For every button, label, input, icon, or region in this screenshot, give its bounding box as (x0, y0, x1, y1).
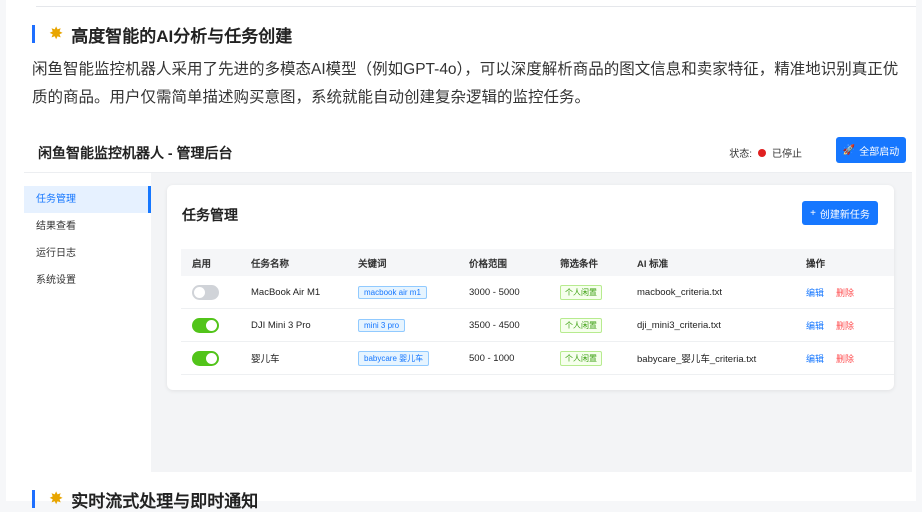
enable-cell (181, 276, 251, 309)
table-row: DJI Mini 3 Pro mini 3 pro 3500 - 4500 个人闲置 d… (181, 308, 894, 342)
heading-accent-bar (32, 25, 35, 43)
keyword-tag: mini 3 pro (358, 318, 406, 332)
actions-cell: 编辑 删除 (806, 276, 894, 309)
delete-link[interactable]: 删除 (836, 288, 854, 298)
sidebar-item[interactable]: 运行日志 (24, 240, 151, 267)
next-section-heading: ✸ 实时流式处理与即时通知 (32, 489, 259, 511)
enable-cell (181, 341, 251, 375)
sidebar-menu: 任务管理 结果查看 运行日志 系统设置 (24, 173, 151, 294)
keyword-cell: babycare 婴儿车 (358, 341, 469, 375)
keyword-cell: mini 3 pro (358, 308, 469, 342)
column-header: 关键词 (358, 249, 469, 276)
actions-cell: 编辑 删除 (806, 341, 894, 375)
delete-link[interactable]: 删除 (836, 321, 854, 331)
ai-criteria-file: babycare_婴儿车_criteria.txt (637, 341, 806, 375)
enable-cell (181, 308, 251, 342)
heading-accent-bar (32, 490, 35, 508)
sparkle-icon: ✸ (49, 24, 64, 43)
filter-cell: 个人闲置 (560, 308, 637, 342)
create-task-label: 创建新任务 (819, 209, 870, 221)
table-row: MacBook Air M1 macbook air m1 3000 - 5000 个… (181, 276, 894, 309)
actions-cell: 编辑 删除 (806, 308, 894, 342)
task-name: 婴儿车 (251, 341, 358, 375)
delete-link[interactable]: 删除 (836, 354, 854, 364)
section-heading: ✸ 高度智能的AI分析与任务创建 (32, 22, 292, 46)
sparkle-icon: ✸ (49, 489, 64, 508)
column-header: 筛选条件 (560, 249, 637, 276)
toggle-knob (206, 352, 217, 364)
task-name: DJI Mini 3 Pro (251, 308, 358, 342)
filter-cell: 个人闲置 (560, 276, 637, 309)
sidebar: 任务管理 结果查看 运行日志 系统设置 (24, 173, 151, 472)
card-title: 任务管理 (182, 207, 238, 223)
plus-icon: + (810, 207, 816, 219)
column-header: 任务名称 (251, 249, 358, 276)
edit-link[interactable]: 编辑 (806, 354, 824, 364)
column-header: 启用 (181, 249, 251, 276)
keyword-cell: macbook air m1 (358, 276, 469, 309)
top-divider (36, 6, 916, 7)
enable-toggle[interactable] (192, 317, 219, 333)
column-header: 操作 (806, 249, 894, 276)
start-all-label: 全部启动 (859, 146, 900, 158)
keyword-tag: macbook air m1 (358, 285, 427, 299)
ai-criteria-file: dji_mini3_criteria.txt (637, 308, 806, 342)
toggle-knob (194, 286, 205, 298)
task-table: 启用 任务名称 关键词 价格范围 筛选条件 AI 标准 操作 MacBook A… (181, 249, 894, 375)
rocket-icon: 🚀 (842, 144, 856, 156)
price-range: 500 - 1000 (469, 341, 560, 375)
price-range: 3000 - 5000 (469, 276, 560, 309)
column-header: AI 标准 (637, 249, 806, 276)
start-all-button[interactable]: 🚀 全部启动 (836, 137, 906, 163)
filter-cell: 个人闲置 (560, 341, 637, 375)
sidebar-item[interactable]: 结果查看 (24, 213, 151, 240)
app-title: 闲鱼智能监控机器人 - 管理后台 (38, 145, 233, 161)
section-description: 闲鱼智能监控机器人采用了先进的多模态AI模型（例如GPT-4o），可以深度解析商… (32, 61, 899, 106)
table-row: 婴儿车 babycare 婴儿车 500 - 1000 个人闲置 babycare_婴儿… (181, 341, 894, 375)
create-task-button[interactable]: + 创建新任务 (802, 201, 878, 225)
task-name: MacBook Air M1 (251, 276, 358, 309)
sidebar-item[interactable]: 任务管理 (24, 186, 151, 213)
task-management-card: 任务管理 + 创建新任务 启用 任务名称 关键词 价格范围 筛选条件 AI 标准… (167, 185, 894, 390)
run-status: 状态: 已停止 (729, 145, 802, 160)
section-title: 高度智能的AI分析与任务创建 (71, 26, 293, 46)
filter-tag: 个人闲置 (560, 317, 602, 333)
column-header: 价格范围 (469, 249, 560, 276)
status-dot-icon (758, 148, 766, 157)
edit-link[interactable]: 编辑 (806, 288, 824, 298)
toggle-knob (206, 319, 217, 331)
keyword-tag: babycare 婴儿车 (358, 350, 430, 366)
filter-tag: 个人闲置 (560, 350, 602, 366)
table-header-row: 启用 任务名称 关键词 价格范围 筛选条件 AI 标准 操作 (181, 249, 894, 276)
next-section-title: 实时流式处理与即时通知 (71, 491, 259, 511)
status-value: 已停止 (772, 149, 802, 160)
price-range: 3500 - 4500 (469, 308, 560, 342)
status-label: 状态: (729, 149, 752, 160)
app-header: 闲鱼智能监控机器人 - 管理后台 状态: 已停止 🚀 全部启动 (24, 130, 912, 173)
enable-toggle[interactable] (192, 350, 219, 366)
sidebar-item[interactable]: 系统设置 (24, 267, 151, 294)
edit-link[interactable]: 编辑 (806, 321, 824, 331)
ai-criteria-file: macbook_criteria.txt (637, 276, 806, 309)
filter-tag: 个人闲置 (560, 284, 602, 300)
admin-app-screenshot: 闲鱼智能监控机器人 - 管理后台 状态: 已停止 🚀 全部启动 任务管理 结果查看… (24, 130, 912, 472)
enable-toggle[interactable] (192, 284, 219, 300)
